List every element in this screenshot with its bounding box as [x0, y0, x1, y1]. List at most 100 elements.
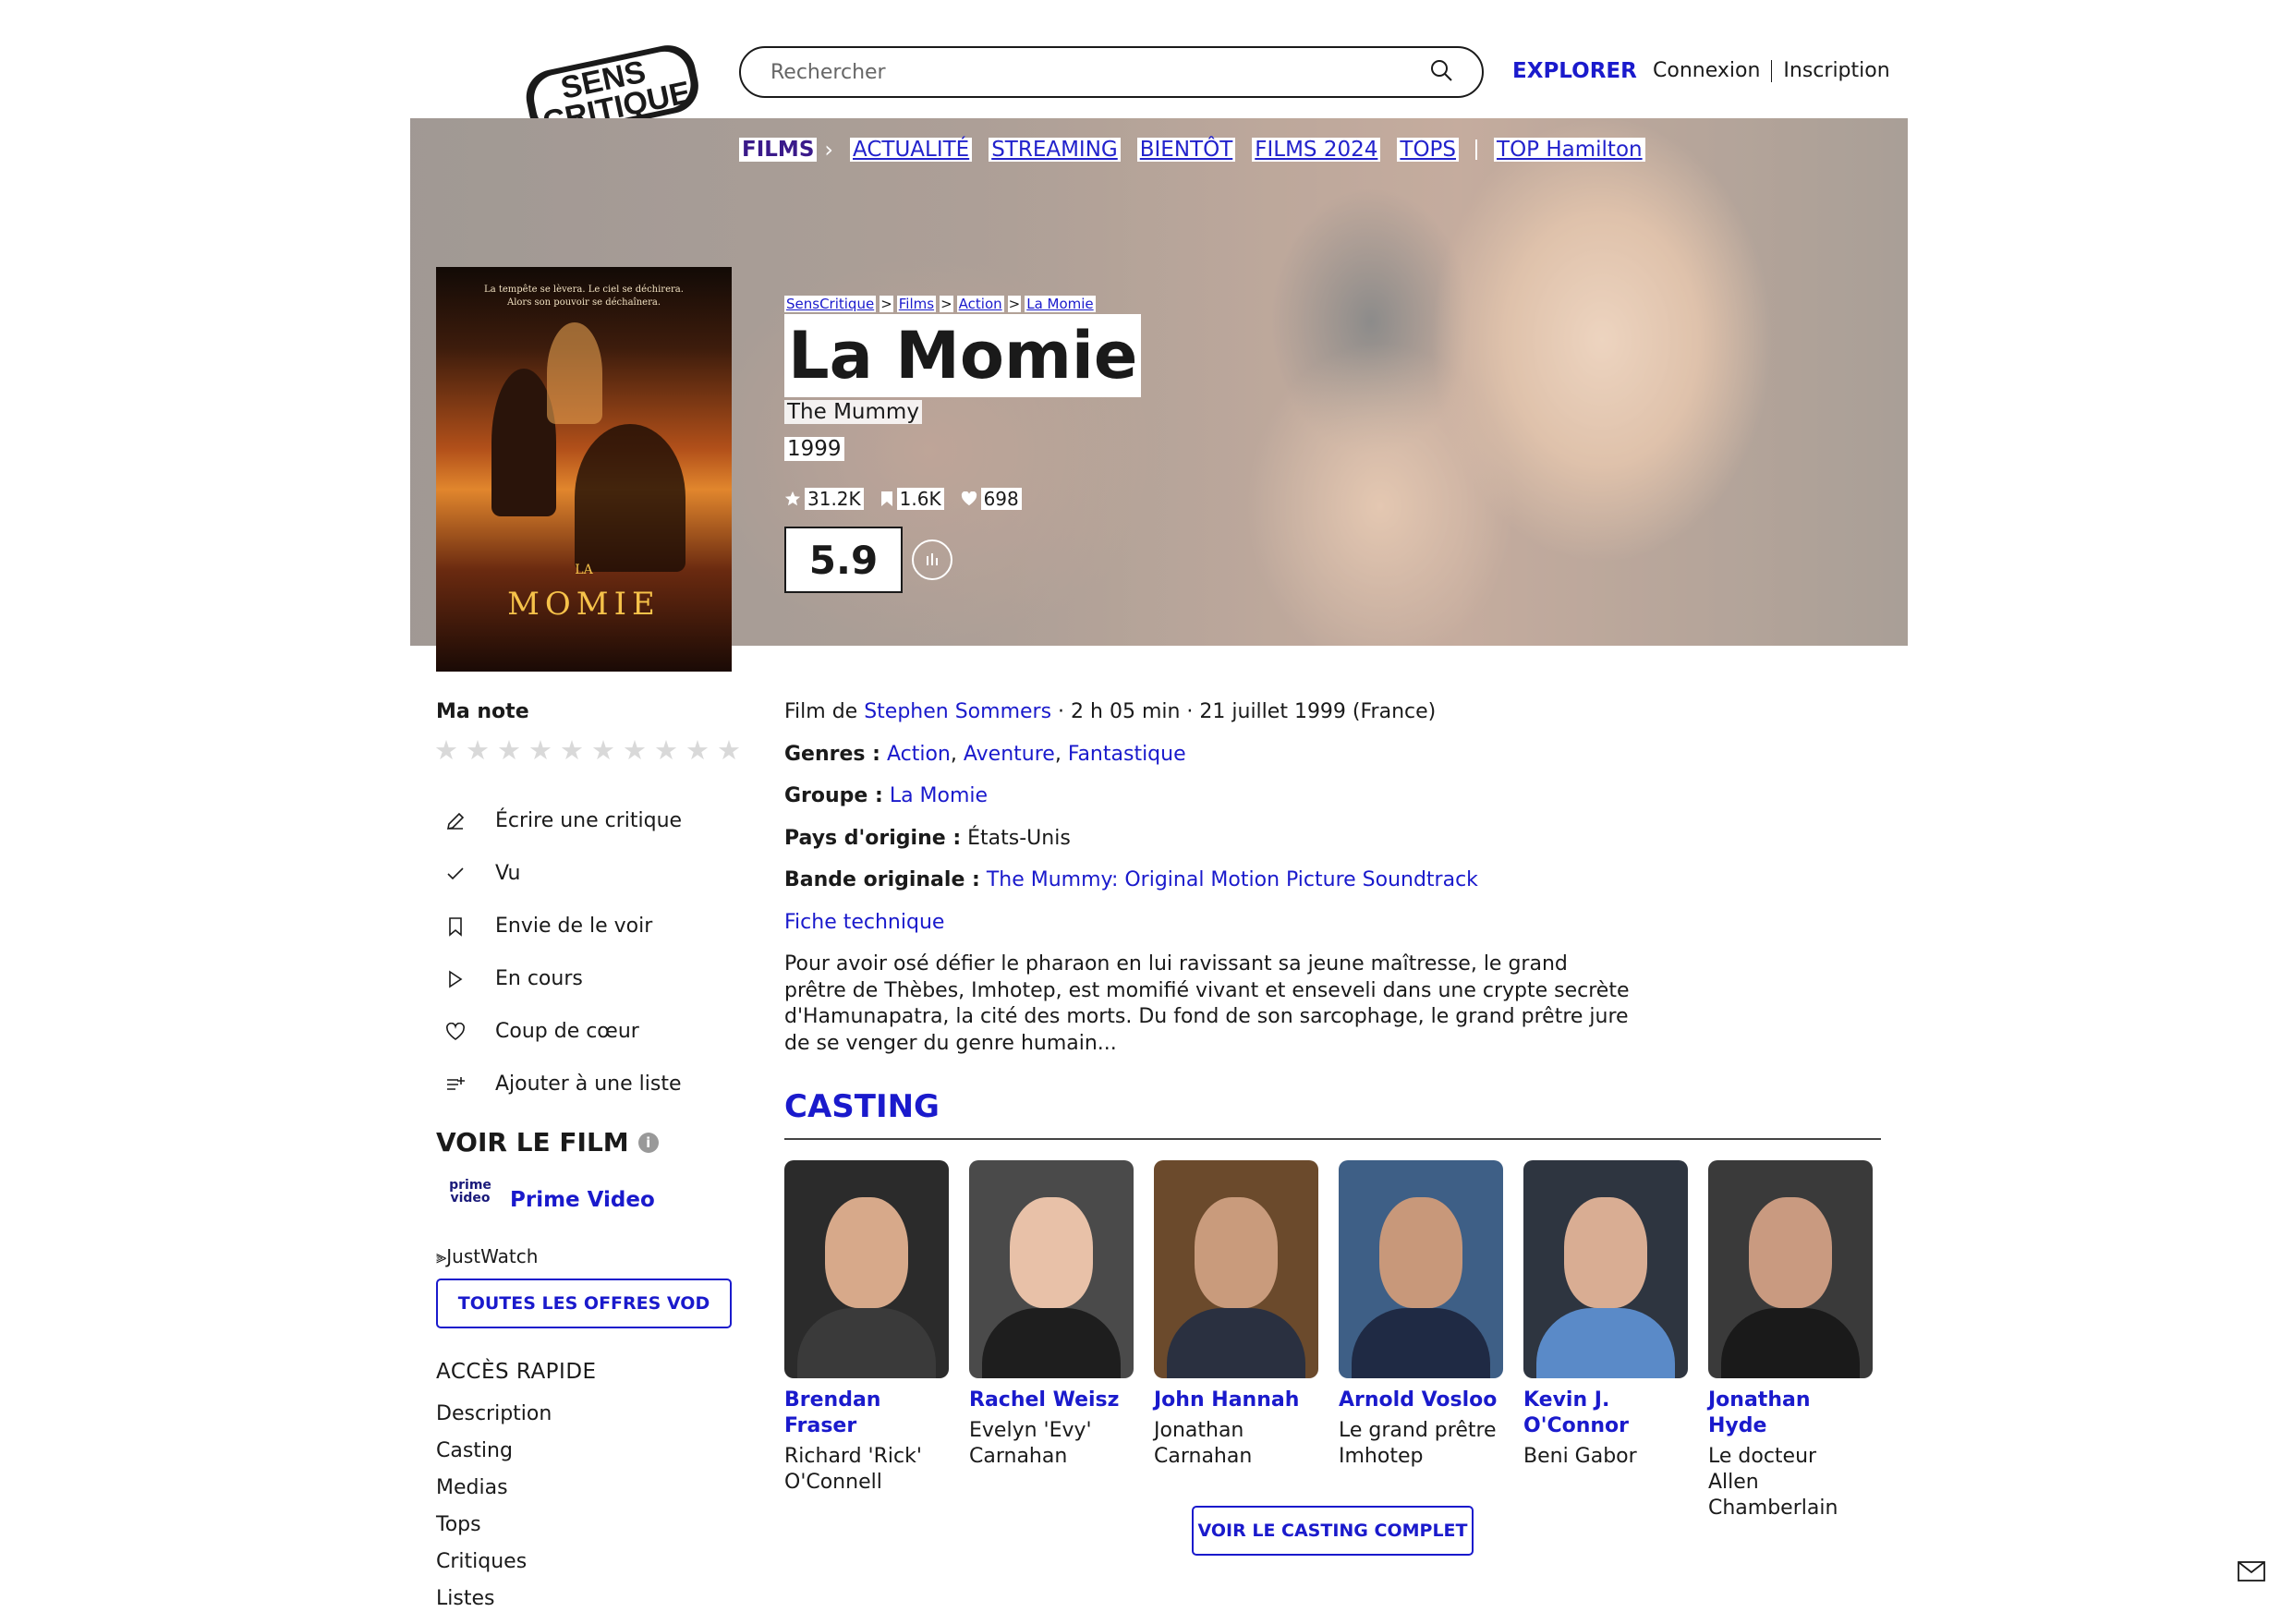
nav-item-films-2024[interactable]: FILMS 2024: [1252, 138, 1381, 162]
genre-link[interactable]: Action: [887, 743, 951, 766]
genre-link[interactable]: Aventure: [964, 743, 1055, 766]
breadcrumb-item[interactable]: La Momie: [1025, 296, 1096, 312]
soundtrack-line: Bande originale : The Mummy: Original Mo…: [784, 868, 1478, 891]
quick-access-title: ACCÈS RAPIDE: [436, 1360, 597, 1384]
movie-poster[interactable]: La tempête se lèvera. Le ciel se déchire…: [436, 267, 732, 672]
nav-divider: [1475, 139, 1478, 160]
actor-role: Evelyn 'Evy' Carnahan: [969, 1419, 1092, 1468]
quick-link-critiques[interactable]: Critiques: [436, 1550, 552, 1587]
all-vod-offers-button[interactable]: TOUTES LES OFFRES VOD: [436, 1279, 732, 1328]
rating-star[interactable]: ★: [685, 736, 710, 764]
nav-item-actualite[interactable]: ACTUALITÉ: [850, 138, 973, 162]
genre-link[interactable]: Fantastique: [1068, 743, 1186, 766]
rating-star[interactable]: ★: [528, 736, 552, 764]
bookmark-icon: [880, 491, 892, 506]
actor-name[interactable]: Brendan Fraser: [784, 1388, 949, 1439]
provider-name[interactable]: Prime Video: [510, 1188, 655, 1212]
nav-item-bientot[interactable]: BIENTÔT: [1136, 138, 1236, 162]
actor-photo[interactable]: [1708, 1160, 1873, 1378]
justwatch-logo[interactable]: ⫸JustWatch: [436, 1245, 538, 1267]
actor-photo[interactable]: [1154, 1160, 1318, 1378]
synopsis: Pour avoir osé défier le pharaon en lui …: [784, 952, 1630, 1055]
actor-photo[interactable]: [1523, 1160, 1688, 1378]
director-link[interactable]: Stephen Sommers: [864, 700, 1051, 723]
favorite-button[interactable]: Coup de cœur: [442, 1005, 682, 1058]
cast-card[interactable]: Brendan Fraser Richard 'Rick' O'Connell: [784, 1160, 949, 1521]
nav-item-tops[interactable]: TOPS: [1397, 138, 1460, 162]
signup-link[interactable]: Inscription: [1783, 59, 1889, 82]
justwatch-icon: ⫸: [436, 1245, 447, 1267]
quick-link-casting[interactable]: Casting: [436, 1439, 552, 1476]
actor-name[interactable]: John Hannah: [1154, 1388, 1318, 1413]
action-list: Écrire une critique Vu Envie de le voir …: [442, 794, 682, 1110]
actor-name[interactable]: Jonathan Hyde: [1708, 1388, 1873, 1439]
tech-sheet-link[interactable]: Fiche technique: [784, 911, 944, 934]
in-progress-button[interactable]: En cours: [442, 952, 682, 1005]
actor-photo[interactable]: [1339, 1160, 1503, 1378]
seen-button[interactable]: Vu: [442, 847, 682, 900]
quick-access-list: Description Casting Medias Tops Critique…: [436, 1402, 552, 1624]
cast-card[interactable]: John Hannah Jonathan Carnahan: [1154, 1160, 1318, 1521]
explore-link[interactable]: EXPLORER: [1512, 59, 1637, 83]
cast-list: Brendan Fraser Richard 'Rick' O'Connell Ra…: [784, 1160, 1873, 1521]
rating-star[interactable]: ★: [623, 736, 647, 764]
rating-star[interactable]: ★: [654, 736, 678, 764]
chevron-right-icon: ›: [824, 137, 833, 163]
rating-star[interactable]: ★: [717, 736, 741, 764]
nav-item-films[interactable]: FILMS: [739, 138, 818, 162]
check-icon: [442, 864, 469, 884]
actor-role: Richard 'Rick' O'Connell: [784, 1445, 922, 1494]
original-title: The Mummy: [784, 400, 922, 424]
watch-section-title: VOIR LE FILM i: [436, 1127, 659, 1157]
rating-star[interactable]: ★: [591, 736, 615, 764]
quick-link-description[interactable]: Description: [436, 1402, 552, 1439]
want-to-see-button[interactable]: Envie de le voir: [442, 900, 682, 952]
mail-icon[interactable]: [2238, 1561, 2265, 1585]
score-distribution-button[interactable]: [912, 539, 952, 580]
movie-details: Film de Stephen Sommers · 2 h 05 min · 2…: [784, 700, 1478, 952]
actor-name[interactable]: Kevin J. O'Connor: [1523, 1388, 1688, 1439]
nav-item-top-hamilton[interactable]: TOP Hamilton: [1494, 138, 1645, 162]
genres-line: Genres : Action, Aventure, Fantastique: [784, 742, 1186, 766]
actor-photo[interactable]: [969, 1160, 1134, 1378]
breadcrumb-item[interactable]: SensCritique: [784, 296, 877, 312]
favorite-label: Coup de cœur: [495, 1020, 639, 1043]
poster-tagline: La tempête se lèvera. Le ciel se déchire…: [484, 285, 684, 308]
rating-star[interactable]: ★: [497, 736, 521, 764]
pencil-icon: [442, 811, 469, 831]
nav-item-streaming[interactable]: STREAMING: [989, 138, 1121, 162]
add-to-list-button[interactable]: Ajouter à une liste: [442, 1058, 682, 1110]
full-cast-button[interactable]: VOIR LE CASTING COMPLET: [1192, 1506, 1474, 1556]
tech-sheet-line: Fiche technique: [784, 911, 1478, 953]
rating-star[interactable]: ★: [466, 736, 490, 764]
rating-star[interactable]: ★: [560, 736, 584, 764]
seen-label: Vu: [495, 862, 521, 885]
play-icon: [442, 969, 469, 989]
info-icon[interactable]: i: [637, 1132, 659, 1153]
cast-card[interactable]: Kevin J. O'Connor Beni Gabor: [1523, 1160, 1688, 1521]
search-bar[interactable]: [739, 46, 1484, 98]
breadcrumb-item[interactable]: Films: [896, 296, 937, 312]
cast-card[interactable]: Jonathan Hyde Le docteur Allen Chamberlai…: [1708, 1160, 1873, 1521]
cast-card[interactable]: Rachel Weisz Evelyn 'Evy' Carnahan: [969, 1160, 1134, 1521]
actor-name[interactable]: Arnold Vosloo: [1339, 1388, 1503, 1413]
breadcrumb-item[interactable]: Action: [956, 296, 1004, 312]
poster-title-la: LA: [575, 563, 593, 577]
rating-star[interactable]: ★: [434, 736, 458, 764]
search-input[interactable]: [769, 59, 1428, 85]
write-review-button[interactable]: Écrire une critique: [442, 794, 682, 847]
actor-role: Beni Gabor: [1523, 1445, 1637, 1468]
actor-name[interactable]: Rachel Weisz: [969, 1388, 1134, 1413]
cast-card[interactable]: Arnold Vosloo Le grand prêtre Imhotep: [1339, 1160, 1503, 1521]
want-to-see-label: Envie de le voir: [495, 915, 653, 938]
provider-prime-video[interactable]: prime video Prime Video: [449, 1179, 655, 1221]
quick-link-medias[interactable]: Medias: [436, 1476, 552, 1513]
login-link[interactable]: Connexion: [1653, 59, 1760, 82]
rating-stars[interactable]: ★ ★ ★ ★ ★ ★ ★ ★ ★ ★: [434, 736, 741, 764]
quick-link-tops[interactable]: Tops: [436, 1513, 552, 1550]
quick-link-listes[interactable]: Listes: [436, 1587, 552, 1624]
actor-photo[interactable]: [784, 1160, 949, 1378]
search-icon[interactable]: [1428, 57, 1454, 87]
group-link[interactable]: La Momie: [890, 784, 988, 807]
soundtrack-link[interactable]: The Mummy: Original Motion Picture Sound…: [987, 868, 1478, 891]
